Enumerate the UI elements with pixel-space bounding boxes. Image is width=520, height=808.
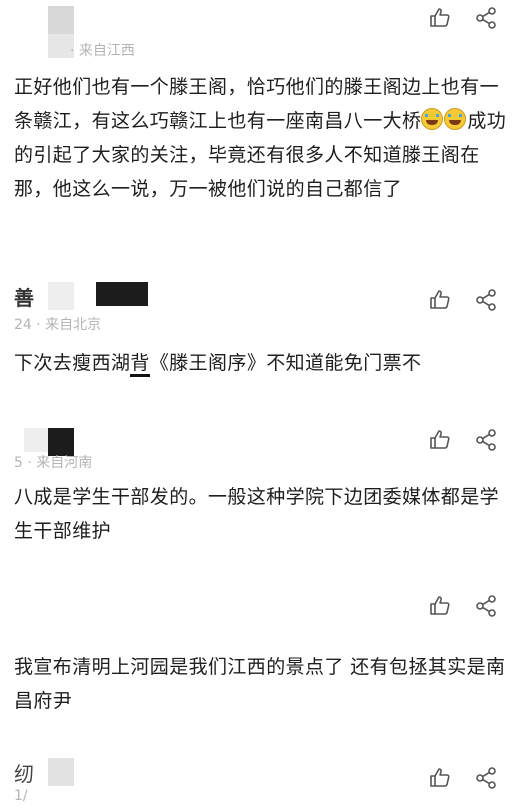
thumbs-up-icon[interactable]	[428, 288, 452, 312]
comment-header: 善 24 · 来自北京	[0, 278, 520, 333]
share-icon[interactable]	[474, 766, 498, 790]
comment-header	[0, 588, 520, 632]
comment-header: · 来自江西	[0, 0, 520, 59]
username-redaction	[48, 282, 74, 310]
username-redaction	[96, 282, 148, 306]
comment-header: 纫 1/	[0, 752, 520, 804]
share-icon[interactable]	[474, 428, 498, 452]
comment-text: 八成是学生干部发的。一般这种学院下边团委媒体都是学生干部维护	[14, 486, 500, 542]
comment-item: 我宣布清明上河园是我们江西的景点了 还有包拯其实是南昌府尹	[0, 588, 520, 712]
comment-text: 我宣布清明上河园是我们江西的景点了 还有包拯其实是南昌府尹	[14, 656, 506, 712]
comment-meta: 1/	[14, 788, 28, 804]
laugh-cry-emoji	[421, 108, 444, 130]
comment-item: 纫 1/	[0, 752, 520, 804]
comment-actions	[428, 6, 498, 30]
comment-header: 5 · 来自河南	[0, 420, 520, 471]
comment-actions	[428, 428, 498, 452]
comment-meta: 5 · 来自河南	[14, 455, 93, 471]
comment-meta: · 来自江西	[70, 43, 135, 59]
share-icon[interactable]	[474, 6, 498, 30]
username[interactable]: 纫	[14, 758, 34, 787]
comment-actions	[428, 288, 498, 312]
comment-actions	[428, 766, 498, 790]
comment-item: 善 24 · 来自北京 下次去瘦西湖背《滕王阁序》不知道能免门票不	[0, 278, 520, 377]
comment-text: 下次去瘦西湖背《滕王阁序》不知道能免门票不	[14, 346, 508, 380]
comment-text: 正好他们也有一个滕王阁，恰巧他们的滕王阁边上也有一条赣江，有这么巧赣江上也有一座…	[14, 76, 507, 200]
text-selection-mark: 背	[130, 352, 150, 377]
laugh-cry-emoji	[444, 108, 467, 130]
avatar[interactable]	[48, 6, 74, 34]
comment-actions	[428, 594, 498, 618]
comment-item: 5 · 来自河南 八成是学生干部发的。一般这种学院下边团委媒体都是学生干部维护	[0, 420, 520, 542]
avatar-redaction	[24, 428, 48, 452]
share-icon[interactable]	[474, 594, 498, 618]
username[interactable]: 善	[14, 282, 34, 311]
thumbs-up-icon[interactable]	[428, 6, 452, 30]
thumbs-up-icon[interactable]	[428, 594, 452, 618]
avatar-redaction	[48, 758, 74, 786]
thumbs-up-icon[interactable]	[428, 766, 452, 790]
comment-meta: 24 · 来自北京	[14, 317, 102, 333]
share-icon[interactable]	[474, 288, 498, 312]
comment-item: · 来自江西 正好他们也有一个滕王阁，恰巧他们的滕王阁边上也有一条赣江，有这么巧…	[0, 0, 520, 200]
thumbs-up-icon[interactable]	[428, 428, 452, 452]
